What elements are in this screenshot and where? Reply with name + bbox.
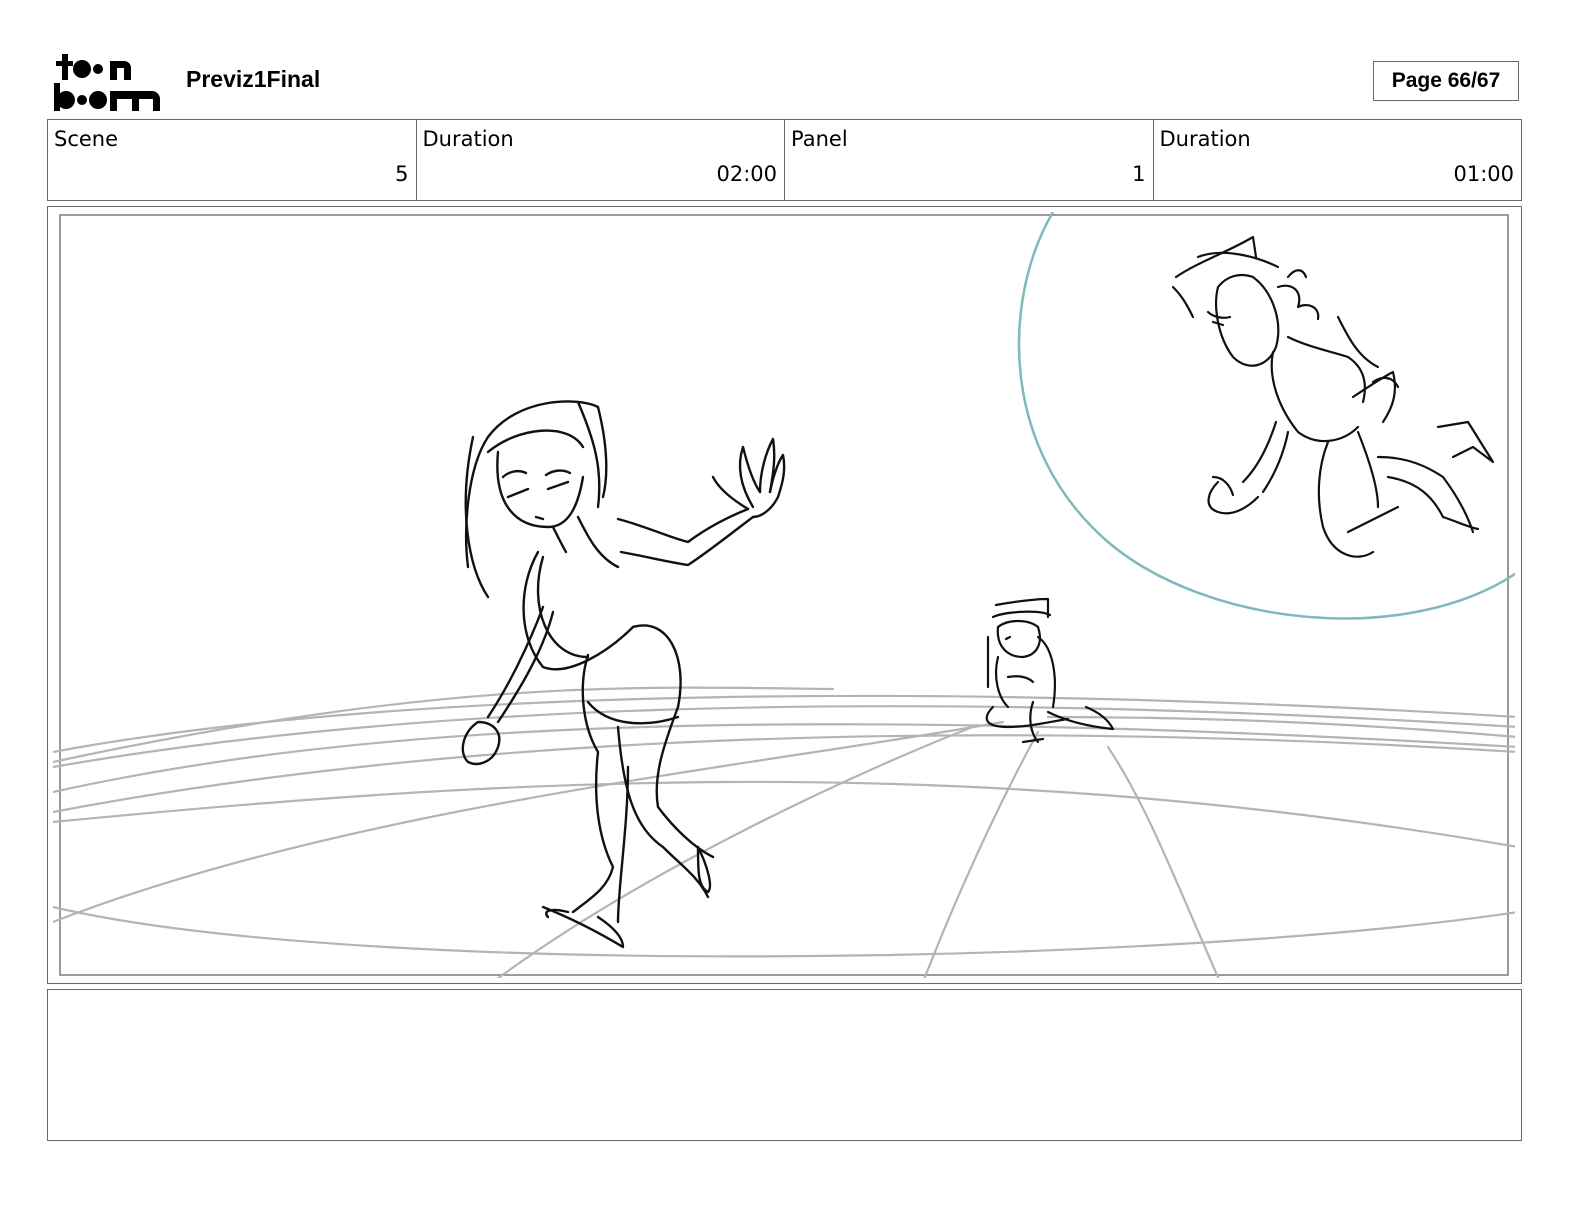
character-right-sketch — [1171, 235, 1495, 558]
panel-duration-cell: Duration 01:00 — [1154, 120, 1522, 200]
scene-duration-cell: Duration 02:00 — [417, 120, 785, 200]
panel-label: Panel — [791, 127, 848, 151]
scene-duration-label: Duration — [422, 127, 514, 151]
bubble-outline — [1017, 212, 1515, 620]
panel-duration-value: 01:00 — [1453, 162, 1514, 186]
toon-boom-logo — [54, 54, 160, 111]
project-title: Previz1Final — [186, 66, 321, 92]
panel-notes-area — [47, 989, 1522, 1141]
panel-value: 1 — [1132, 162, 1146, 186]
scene-value: 5 — [395, 162, 409, 186]
scene-info-row: Scene 5 Duration 02:00 Panel 1 Duration … — [47, 119, 1522, 201]
panel-inner-frame — [59, 214, 1509, 976]
scene-label: Scene — [54, 127, 119, 151]
scene-duration-value: 02:00 — [716, 162, 777, 186]
floor-grid — [53, 686, 1515, 978]
character-middle-sketch — [985, 597, 1115, 744]
scene-cell: Scene 5 — [48, 120, 417, 200]
storyboard-panel — [47, 206, 1522, 984]
panel-cell: Panel 1 — [785, 120, 1154, 200]
panel-sketch — [53, 212, 1515, 978]
page-indicator: Page 66/67 — [1373, 61, 1519, 101]
panel-duration-label: Duration — [1159, 127, 1251, 151]
character-left-sketch — [461, 400, 786, 949]
